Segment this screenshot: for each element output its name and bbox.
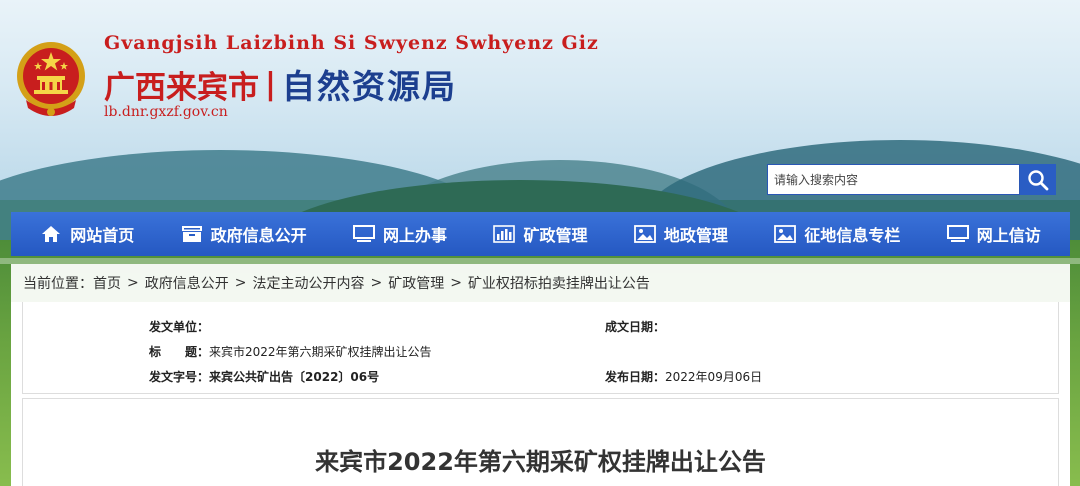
archive-icon	[181, 224, 203, 244]
monitor-icon	[353, 224, 376, 244]
nav-item-online-service[interactable]: 网上办事	[353, 222, 447, 246]
date-written-row: 成文日期：	[605, 318, 665, 335]
nav-item-land-acquisition[interactable]: 征地信息专栏	[774, 222, 900, 246]
breadcrumb-arrow: >	[450, 275, 462, 291]
main-nav: 网站首页 政府信息公开 网上办事 矿政管理 地政管理 征地信息专栏 网上信访	[11, 212, 1070, 256]
nav-item-label: 地政管理	[663, 226, 728, 245]
breadcrumb-prefix: 当前位置：	[23, 276, 93, 292]
issuer-label: 发文单位：	[149, 320, 210, 334]
subject-label: 标 题：	[149, 345, 210, 359]
search-input[interactable]	[767, 164, 1020, 195]
emblem-icon	[17, 42, 85, 116]
latin-site-name: Gvangjsih Laizbinh Si Swyenz Swhyenz Giz	[104, 32, 599, 54]
breadcrumb-arrow: >	[370, 275, 383, 291]
image-icon	[774, 224, 797, 244]
search-bar	[767, 164, 1056, 195]
subject-value: 来宾市2022年第六期采矿权挂牌出让公告	[209, 345, 432, 359]
nav-item-gov-info[interactable]: 政府信息公开	[181, 222, 307, 246]
title-separator: |	[265, 66, 276, 102]
city-name: 广西来宾市	[104, 69, 259, 106]
search-button[interactable]	[1020, 164, 1056, 195]
nav-item-label: 政府信息公开	[210, 226, 307, 245]
nav-item-label: 网上办事	[383, 226, 448, 245]
publish-date-value: 2022年09月06日	[665, 370, 763, 384]
nav-item-land-admin[interactable]: 地政管理	[633, 222, 728, 246]
search-icon	[1028, 169, 1049, 190]
site-title[interactable]: 广西来宾市 | 自然资源局	[104, 60, 457, 108]
image-icon	[633, 224, 656, 244]
publish-date-row: 发布日期：2022年09月06日	[605, 368, 762, 385]
breadcrumb-home[interactable]: 首页	[93, 273, 121, 293]
date-written-label: 成文日期：	[605, 320, 666, 334]
nav-item-label: 网上信访	[976, 226, 1041, 245]
content-panel: 发文单位： 成文日期： 标 题：来宾市2022年第六期采矿权挂牌出让公告 发文字…	[11, 302, 1070, 486]
doc-number-label: 发文字号：	[149, 370, 210, 384]
nav-item-home[interactable]: 网站首页	[40, 222, 134, 246]
publish-date-label: 发布日期：	[605, 370, 666, 384]
home-icon	[40, 224, 62, 244]
site-url: lb.dnr.gxzf.gov.cn	[104, 104, 228, 120]
breadcrumb-mining-admin[interactable]: 矿政管理	[388, 273, 444, 293]
doc-number-row: 发文字号：来宾公共矿出告〔2022〕06号	[149, 368, 379, 385]
document-title: 来宾市2022年第六期采矿权挂牌出让公告	[315, 448, 766, 476]
nav-item-label: 网站首页	[70, 226, 135, 245]
nav-item-online-petition[interactable]: 网上信访	[946, 222, 1041, 246]
nav-item-label: 征地信息专栏	[804, 226, 901, 245]
issuer-row: 发文单位：	[149, 318, 209, 335]
breadcrumb-current[interactable]: 矿业权招标拍卖挂牌出让公告	[468, 273, 650, 293]
breadcrumb-statutory[interactable]: 法定主动公开内容	[252, 273, 364, 293]
breadcrumb-gov-info[interactable]: 政府信息公开	[145, 273, 229, 293]
breadcrumb-arrow: >	[234, 275, 247, 291]
nav-item-label: 矿政管理	[523, 226, 588, 245]
department-name: 自然资源局	[281, 67, 457, 106]
nav-item-mining-admin[interactable]: 矿政管理	[493, 222, 587, 246]
bar-chart-icon	[493, 224, 516, 244]
subject-row: 标 题：来宾市2022年第六期采矿权挂牌出让公告	[149, 343, 432, 360]
monitor-icon	[946, 224, 969, 244]
breadcrumb-arrow: >	[127, 275, 139, 291]
breadcrumb: 当前位置： 首页 > 政府信息公开 > 法定主动公开内容 > 矿政管理 > 矿业…	[11, 264, 1070, 302]
document-meta-table: 发文单位： 成文日期： 标 题：来宾市2022年第六期采矿权挂牌出让公告 发文字…	[22, 302, 1059, 394]
national-emblem-logo[interactable]	[12, 38, 90, 122]
doc-number-value: 来宾公共矿出告〔2022〕06号	[209, 370, 380, 384]
